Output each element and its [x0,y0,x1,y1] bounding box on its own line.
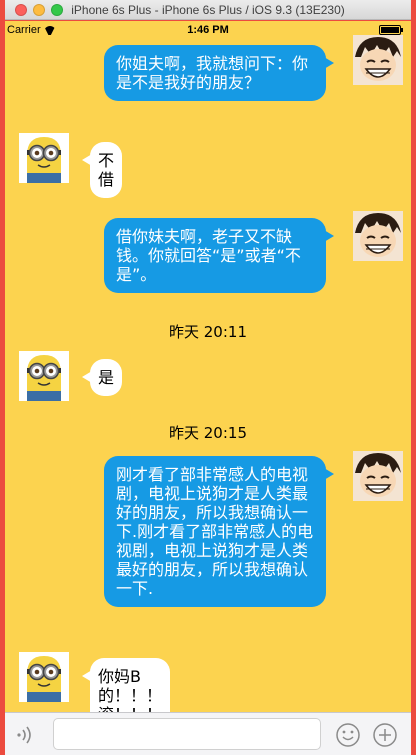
minion-avatar-icon [19,133,69,183]
outgoing-bubble[interactable]: 借你妹夫啊，老子又不缺钱。你就回答“是”或者“不是”。 [104,218,334,293]
incoming-bubble[interactable]: 不借 [81,142,123,198]
message-text: 是 [98,368,115,387]
my-avatar[interactable] [353,211,403,261]
friend-avatar[interactable] [19,351,69,401]
simulator-titlebar: iPhone 6s Plus - iPhone 6s Plus / iOS 9.… [5,0,411,20]
battery-icon [379,25,403,35]
window-title: iPhone 6s Plus - iPhone 6s Plus / iOS 9.… [71,2,345,17]
luffy-avatar-icon [353,211,403,261]
message-text: 你姐夫啊，我就想问下：你是不是我好的朋友？ [116,54,309,92]
minimize-window-button[interactable] [33,4,45,16]
voice-button[interactable] [13,722,39,748]
outgoing-bubble[interactable]: 刚才看了部非常感人的电视剧，电视上说狗才是人类最好的朋友，所以我想确认一下.刚才… [104,456,334,607]
my-avatar[interactable] [353,35,403,85]
luffy-avatar-icon [353,35,403,85]
minion-avatar-icon [19,652,69,702]
incoming-bubble[interactable]: 是 [81,359,123,396]
plus-icon [373,723,397,747]
chat-timestamp: 昨天 20:11 [169,323,247,341]
outgoing-bubble[interactable]: 你姐夫啊，我就想问下：你是不是我好的朋友？ [104,45,334,101]
friend-avatar[interactable] [19,133,69,183]
message-text: 刚才看了部非常感人的电视剧，电视上说狗才是人类最好的朋友，所以我想确认一下.刚才… [116,465,314,598]
friend-avatar[interactable] [19,652,69,702]
message-input[interactable] [53,718,321,750]
emoji-button[interactable] [335,722,361,748]
voice-icon [17,726,31,744]
close-window-button[interactable] [15,4,27,16]
chat-input-bar [5,712,411,755]
more-button[interactable] [372,722,398,748]
my-avatar[interactable] [353,451,403,501]
status-bar: Carrier 1:46 PM [5,21,411,41]
luffy-avatar-icon [353,451,403,501]
minion-avatar-icon [19,351,69,401]
message-text: 借你妹夫啊，老子又不缺钱。你就回答“是”或者“不是”。 [116,227,301,284]
chat-timestamp: 昨天 20:15 [169,424,247,442]
maximize-window-button[interactable] [51,4,63,16]
emoji-icon [336,723,360,747]
status-time: 1:46 PM [187,24,229,36]
message-text: 不借 [98,151,115,189]
chat-screen: Carrier 1:46 PM 你姐夫啊，我就想问下：你是不是我好的朋友？ 不借… [5,21,411,755]
window-controls [15,4,63,16]
